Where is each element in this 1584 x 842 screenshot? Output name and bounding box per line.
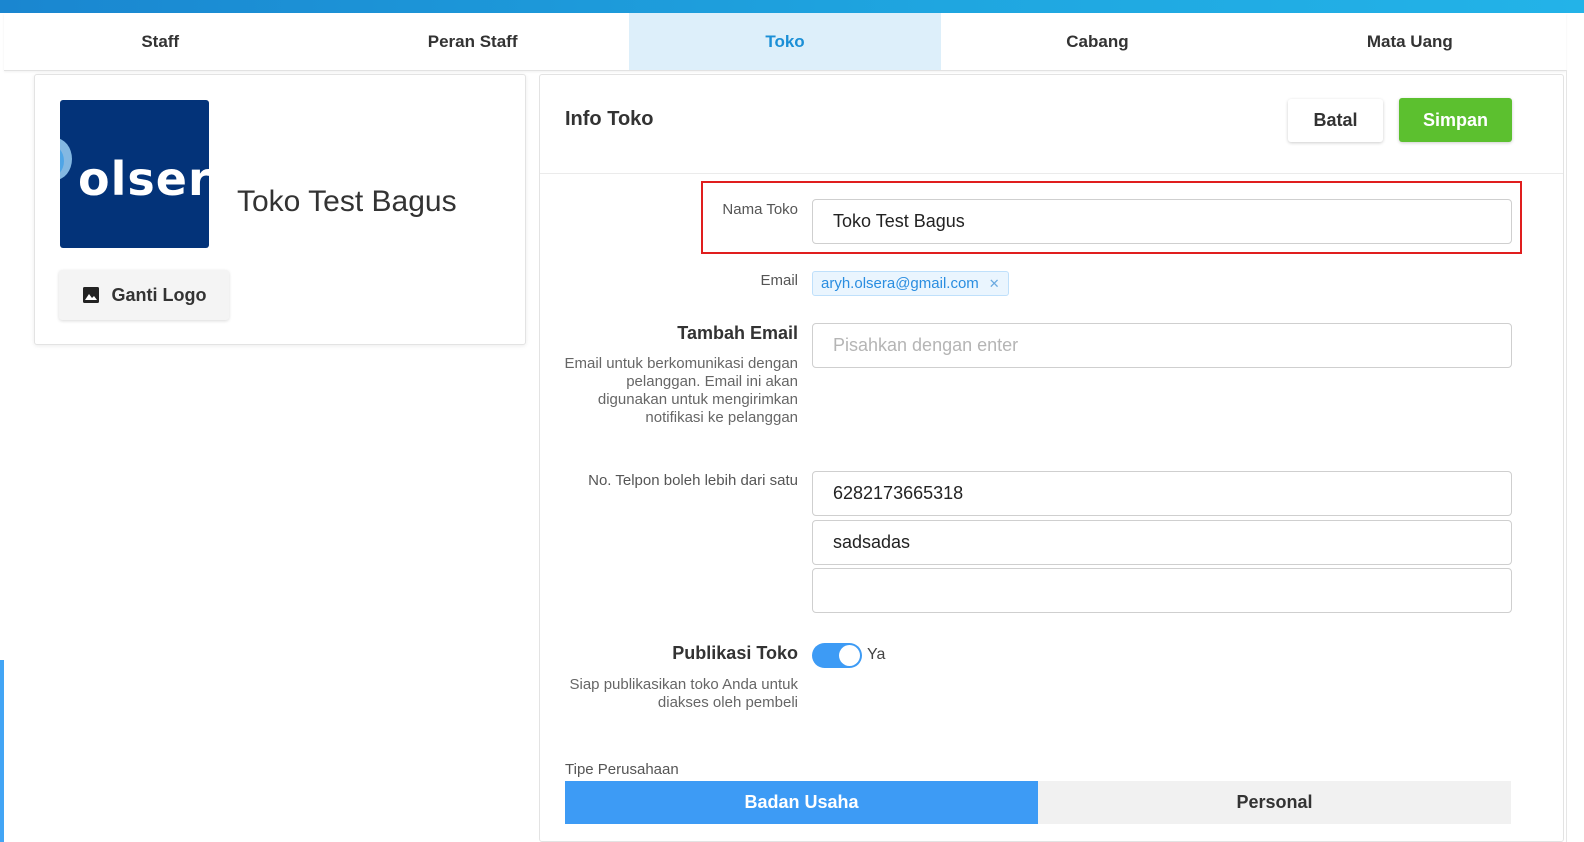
add-email-hint: Email untuk berkomunikasi dengan pelangg… [564,355,798,426]
store-name-label: Nama Toko [722,201,798,218]
add-email-input[interactable]: Pisahkan dengan enter [812,323,1512,368]
tab-staff[interactable]: Staff [4,13,316,70]
publish-toggle[interactable] [812,643,862,668]
company-type-label: Tipe Perusahaan [565,761,679,778]
publish-hint: Siap publikasikan toko Anda untuk diakse… [569,676,799,711]
toggle-knob [839,645,860,666]
save-button[interactable]: Simpan [1399,98,1512,142]
top-accent-bar [0,0,1584,13]
store-name-input[interactable]: Toko Test Bagus [812,199,1512,244]
cancel-button[interactable]: Batal [1288,99,1383,142]
publish-label: Publikasi Toko [672,643,798,663]
change-logo-label: Ganti Logo [111,284,207,305]
store-info-card: Info Toko Batal Simpan Nama Toko Toko Te… [539,74,1564,842]
logo-wordmark: olser [78,152,209,206]
tab-cabang[interactable]: Cabang [941,13,1253,70]
store-logo-card: olser Toko Test Bagus Ganti Logo [34,74,526,345]
company-type-badan-usaha[interactable]: Badan Usaha [565,781,1038,824]
card-title: Info Toko [565,108,654,130]
change-logo-button[interactable]: Ganti Logo [59,270,229,320]
email-chip[interactable]: aryh.olsera@gmail.com ✕ [812,271,1009,296]
right-scroll-edge [1566,70,1567,842]
phone-input-2[interactable]: sadsadas [812,520,1512,565]
image-icon [82,287,99,303]
card-header: Info Toko Batal Simpan [540,75,1563,174]
email-label: Email [760,272,798,289]
settings-tabs: Staff Peran Staff Toko Cabang Mata Uang [4,13,1566,71]
phone-label: No. Telpon boleh lebih dari satu [588,472,798,489]
phone-input-3[interactable] [812,568,1512,613]
tab-toko[interactable]: Toko [628,13,942,70]
tab-mata-uang[interactable]: Mata Uang [1254,13,1566,70]
phone-input-1[interactable]: 6282173665318 [812,471,1512,516]
store-name-display: Toko Test Bagus [237,185,457,218]
publish-toggle-value: Ya [867,646,886,663]
add-email-label: Tambah Email [677,323,798,343]
remove-email-icon[interactable]: ✕ [989,276,1000,292]
tab-peran-staff[interactable]: Peran Staff [316,13,628,70]
company-type-personal[interactable]: Personal [1038,781,1511,824]
left-edge-accent [0,660,4,842]
company-type-selector: Badan Usaha Personal [565,781,1511,824]
email-chip-text: aryh.olsera@gmail.com [821,275,979,292]
store-logo: olser [60,100,209,248]
